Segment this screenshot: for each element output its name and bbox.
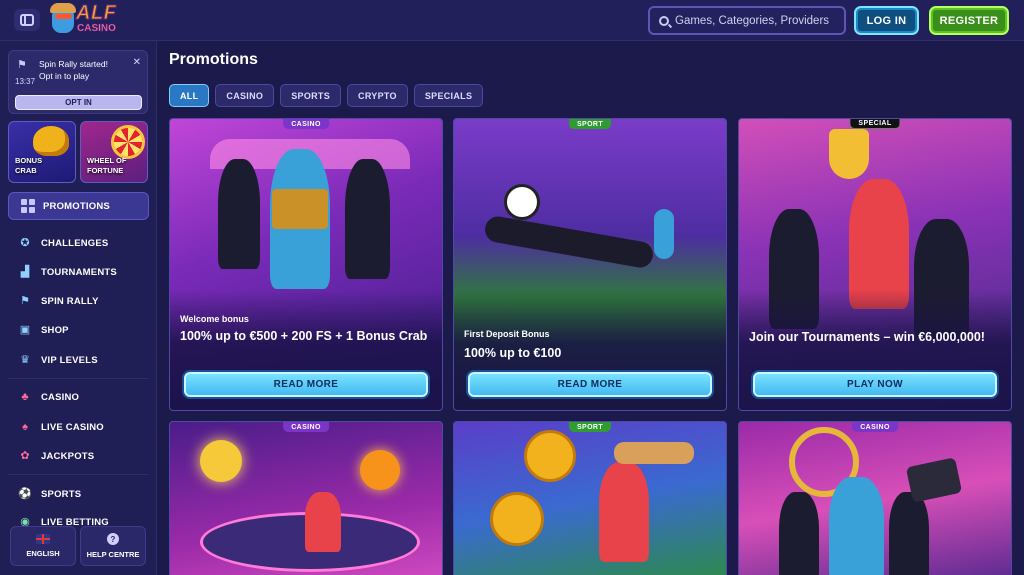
sidebar-item-vip-levels[interactable]: ♛ VIP LEVELS — [18, 351, 98, 369]
promo-card-selfie[interactable]: CASINO — [738, 421, 1012, 575]
promo-card-crypto-sport[interactable]: SPORT — [453, 421, 727, 575]
language-button[interactable]: ENGLISH — [10, 526, 76, 566]
read-more-button[interactable]: READ MORE — [182, 370, 430, 399]
wheel-of-fortune-label: WHEEL OF FORTUNE — [87, 156, 127, 175]
sidebar-item-label: JACKPOTS — [41, 450, 95, 462]
cards-icon: ♠ — [22, 421, 28, 433]
login-button[interactable]: LOG IN — [854, 6, 919, 35]
sidebar-toggle-button[interactable] — [14, 9, 40, 31]
sidebar-item-casino[interactable]: ♣ CASINO — [18, 388, 79, 406]
bag-icon: ▣ — [19, 324, 31, 336]
sidebar-item-jackpots[interactable]: ✿ JACKPOTS — [18, 447, 94, 465]
sidebar-item-label: CHALLENGES — [41, 237, 109, 249]
tab-casino[interactable]: CASINO — [215, 84, 275, 107]
promo-headline: 100% up to €100 — [464, 346, 562, 360]
search-icon — [659, 15, 669, 26]
tab-specials[interactable]: SPECIALS — [413, 84, 484, 107]
category-badge: SPECIAL — [849, 119, 901, 129]
page-title: Promotions — [169, 51, 258, 68]
promo-card-welcome-bonus[interactable]: CASINO Welcome bonus 100% up to €500 + 2… — [169, 118, 443, 411]
sidebar-item-label: CASINO — [41, 391, 80, 403]
sidebar-item-label: VIP LEVELS — [41, 354, 98, 366]
sidebar-item-challenges[interactable]: ✪ CHALLENGES — [18, 234, 108, 252]
read-more-button[interactable]: READ MORE — [466, 370, 714, 399]
promo-kicker: First Deposit Bonus — [464, 329, 550, 339]
badge-icon: ✪ — [20, 237, 30, 249]
category-badge: CASINO — [852, 422, 898, 432]
fortune-wheel-icon — [111, 125, 145, 159]
language-label: ENGLISH — [26, 549, 60, 558]
sidebar-item-label: TOURNAMENTS — [41, 266, 117, 278]
mascot-glasses — [55, 14, 72, 19]
notification-subtitle: Opt in to play — [39, 71, 90, 81]
bonus-crab-tile[interactable]: BONUS CRAB — [8, 121, 76, 183]
help-centre-button[interactable]: ? HELP CENTRE — [80, 526, 146, 566]
category-badge: CASINO — [283, 119, 329, 129]
play-now-button[interactable]: PLAY NOW — [751, 370, 999, 399]
sidebar-item-label: SHOP — [41, 324, 69, 336]
logo[interactable]: ALF CASINO — [50, 2, 118, 37]
notification-title: Spin Rally started! — [39, 59, 108, 69]
crown-icon: ♛ — [20, 354, 30, 366]
opt-in-button[interactable]: OPT IN — [15, 95, 142, 110]
sidebar-divider — [8, 378, 149, 379]
promo-image-selfie-crew — [739, 422, 1011, 575]
register-button[interactable]: REGISTER — [929, 6, 1009, 35]
bonus-crab-label: BONUS CRAB — [15, 156, 43, 175]
notification-time: 13:37 — [15, 77, 36, 86]
promo-card-tournaments[interactable]: SPECIAL Join our Tournaments – win €6,00… — [738, 118, 1012, 411]
sidebar-item-promotions[interactable]: PROMOTIONS — [8, 192, 149, 220]
sidebar-toggle-icon — [20, 14, 34, 26]
sidebar-item-shop[interactable]: ▣ SHOP — [18, 321, 69, 339]
logo-subtext: CASINO — [77, 23, 116, 34]
grid-icon — [21, 199, 35, 213]
sidebar-item-sports[interactable]: ⚽ SPORTS — [18, 485, 81, 503]
sidebar-item-label: LIVE CASINO — [41, 421, 104, 433]
search-box[interactable] — [648, 6, 846, 35]
notification-card: ⚑ 13:37 Spin Rally started! Opt in to pl… — [8, 50, 148, 114]
help-icon: ? — [107, 533, 119, 545]
cherry-icon: ♣ — [21, 391, 29, 403]
category-badge: SPORT — [568, 119, 612, 129]
sidebar-item-spin-rally[interactable]: ⚑ SPIN RALLY — [18, 292, 99, 310]
sidebar-divider — [8, 474, 149, 475]
promo-kicker: Welcome bonus — [180, 314, 249, 324]
promo-headline: 100% up to €500 + 200 FS + 1 Bonus Crab — [180, 329, 428, 343]
mascot-hat — [50, 3, 76, 13]
help-centre-label: HELP CENTRE — [86, 550, 140, 559]
promo-card-first-deposit[interactable]: SPORT First Deposit Bonus 100% up to €10… — [453, 118, 727, 411]
sidebar-item-label: PROMOTIONS — [43, 200, 110, 212]
crab-claw-icon — [33, 126, 69, 156]
checkered-flag-icon: ⚑ — [17, 59, 27, 71]
podium-icon: ▟ — [20, 266, 30, 278]
clover-icon: ✿ — [20, 450, 30, 462]
search-input[interactable] — [675, 14, 835, 27]
tab-all[interactable]: ALL — [169, 84, 210, 107]
close-icon[interactable]: ✕ — [133, 57, 141, 68]
sidebar-item-label: SPORTS — [41, 488, 82, 500]
flag-icon: ⚑ — [20, 295, 30, 307]
promo-image-crypto-ufo — [170, 422, 442, 575]
promo-card-crypto-ufo[interactable]: CASINO — [169, 421, 443, 575]
tab-sports[interactable]: SPORTS — [280, 84, 342, 107]
promo-filter-tabs: ALL CASINO SPORTS CRYPTO SPECIALS — [169, 84, 484, 107]
sidebar-item-label: SPIN RALLY — [41, 295, 99, 307]
tab-crypto[interactable]: CRYPTO — [347, 84, 408, 107]
ball-icon: ⚽ — [18, 488, 32, 500]
logo-text: ALF — [75, 2, 117, 25]
category-badge: SPORT — [568, 422, 612, 432]
sidebar-item-live-casino[interactable]: ♠ LIVE CASINO — [18, 418, 104, 436]
promo-image-crypto-kick — [454, 422, 726, 575]
sidebar-item-tournaments[interactable]: ▟ TOURNAMENTS — [18, 263, 117, 281]
promo-headline: Join our Tournaments – win €6,000,000! — [749, 330, 985, 344]
wheel-of-fortune-tile[interactable]: WHEEL OF FORTUNE — [80, 121, 148, 183]
category-badge: CASINO — [283, 422, 329, 432]
top-header: ALF CASINO LOG IN REGISTER — [0, 0, 1024, 41]
uk-flag-icon — [36, 534, 50, 544]
sidebar: ⚑ 13:37 Spin Rally started! Opt in to pl… — [0, 41, 157, 575]
